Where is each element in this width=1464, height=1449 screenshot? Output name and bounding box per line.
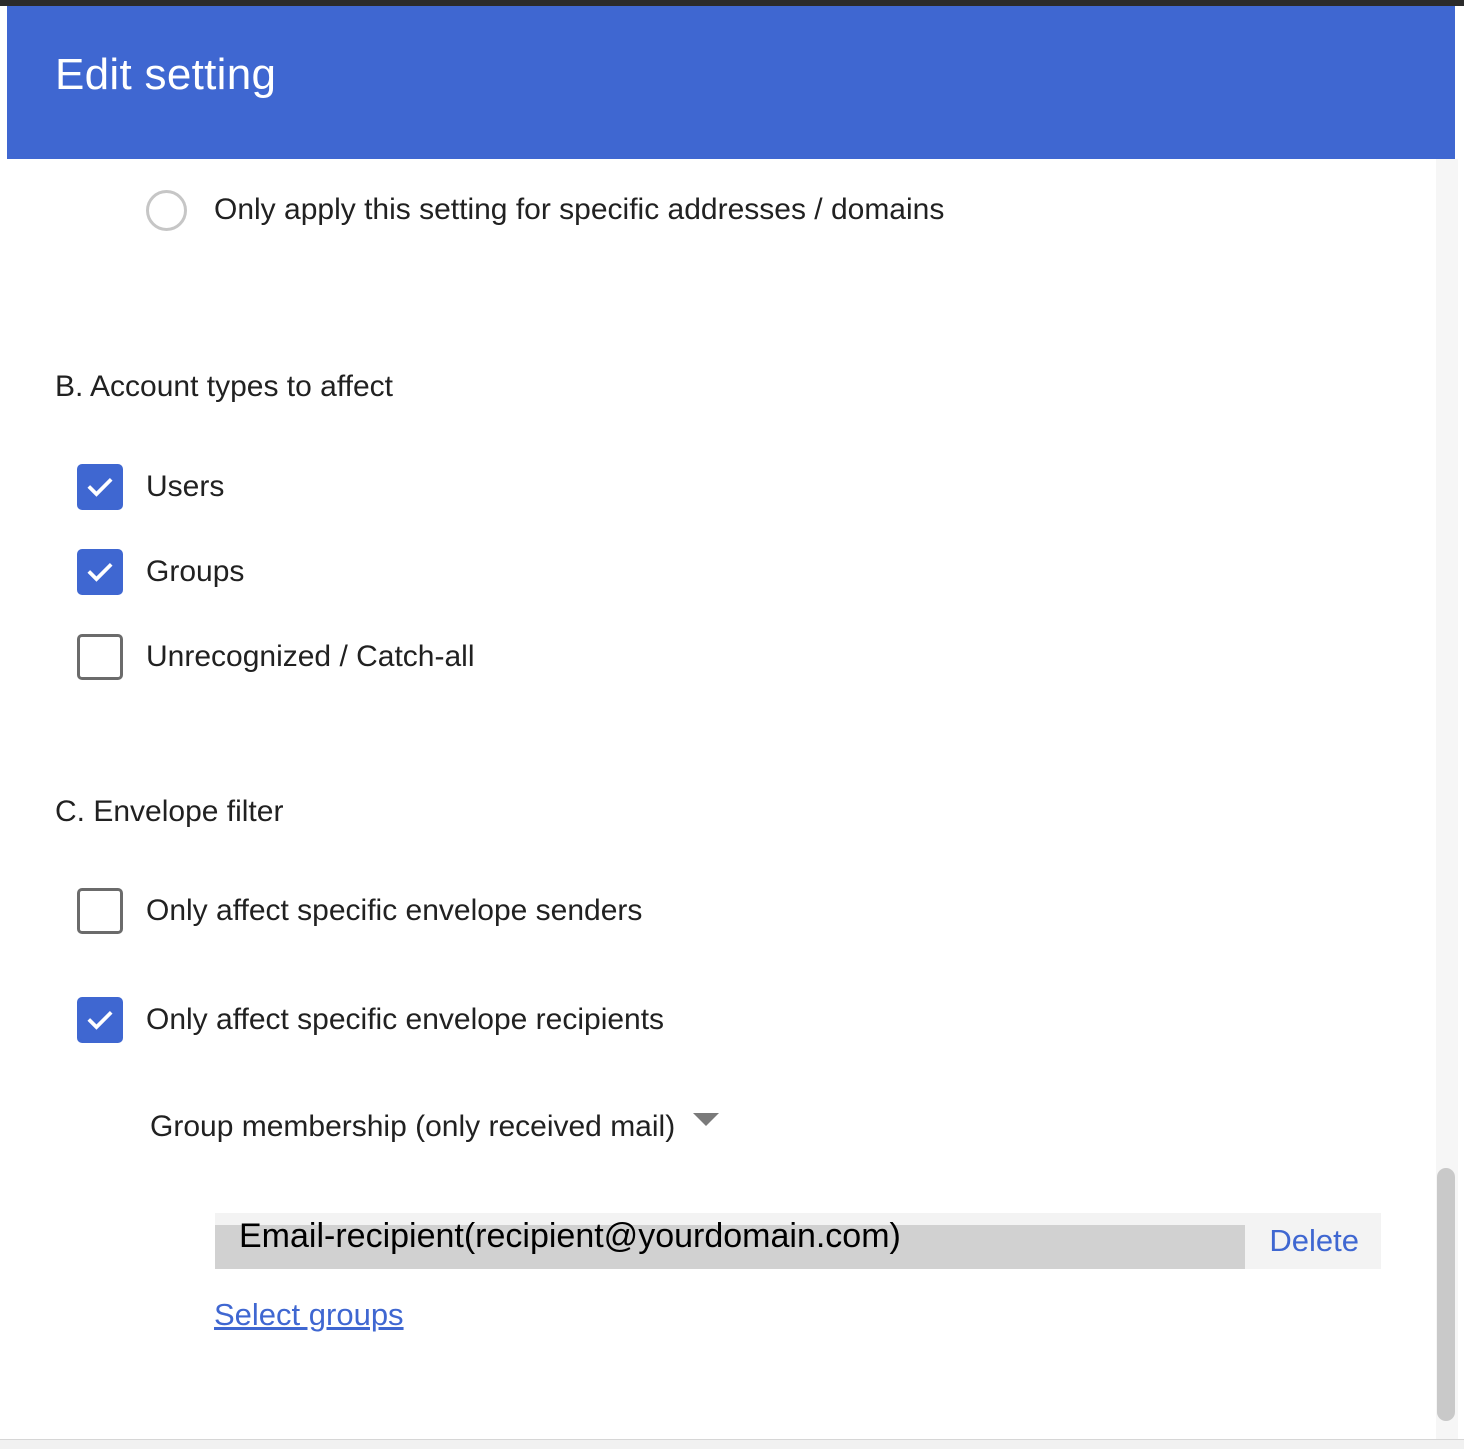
dialog-title: Edit setting: [55, 50, 277, 99]
catch-all-checkbox-row[interactable]: Unrecognized / Catch-all: [77, 634, 475, 680]
envelope-senders-checkbox-row[interactable]: Only affect specific envelope senders: [77, 888, 642, 934]
envelope-recipients-checkbox[interactable]: [77, 997, 123, 1043]
group-entry-text: Email-recipient(recipient@yourdomain.com…: [239, 1217, 901, 1255]
groups-checkbox[interactable]: [77, 549, 123, 595]
specific-addresses-label: Only apply this setting for specific add…: [214, 193, 945, 226]
dialog-bottom-edge: [0, 1439, 1464, 1449]
envelope-recipients-checkbox-row[interactable]: Only affect specific envelope recipients: [77, 997, 664, 1043]
scrollbar-thumb[interactable]: [1437, 1168, 1455, 1421]
groups-label: Groups: [146, 555, 245, 588]
catch-all-checkbox[interactable]: [77, 634, 123, 680]
recipient-type-selected: Group membership (only received mail): [150, 1110, 676, 1143]
recipient-type-dropdown[interactable]: Group membership (only received mail): [150, 1104, 720, 1150]
dialog-header: Edit setting: [7, 6, 1455, 159]
users-label: Users: [146, 470, 225, 503]
delete-group-button[interactable]: Delete: [1269, 1223, 1359, 1259]
groups-checkbox-row[interactable]: Groups: [77, 549, 244, 595]
catch-all-label: Unrecognized / Catch-all: [146, 640, 475, 673]
check-icon: [87, 563, 113, 582]
account-types-heading: B. Account types to affect: [55, 370, 393, 403]
specific-addresses-radio[interactable]: [146, 189, 187, 231]
users-checkbox-row[interactable]: Users: [77, 464, 224, 510]
check-icon: [87, 1011, 113, 1030]
select-groups-link[interactable]: Select groups: [214, 1297, 404, 1333]
users-checkbox[interactable]: [77, 464, 123, 510]
specific-addresses-radio-row[interactable]: Only apply this setting for specific add…: [146, 187, 944, 233]
group-entry-row: Email-recipient(recipient@yourdomain.com…: [215, 1213, 1381, 1269]
dropdown-caret-icon: [693, 1112, 720, 1126]
envelope-senders-checkbox[interactable]: [77, 888, 123, 934]
envelope-senders-label: Only affect specific envelope senders: [146, 894, 643, 927]
envelope-recipients-label: Only affect specific envelope recipients: [146, 1003, 665, 1036]
envelope-filter-heading: C. Envelope filter: [55, 795, 284, 828]
check-icon: [87, 478, 113, 497]
